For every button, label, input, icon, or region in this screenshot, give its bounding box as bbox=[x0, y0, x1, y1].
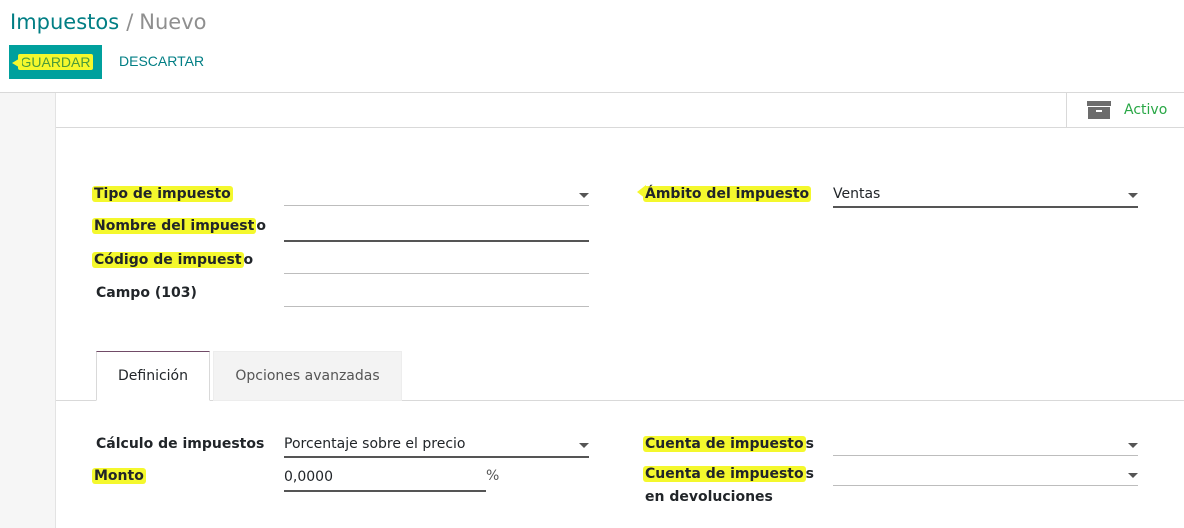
computation-value: Porcentaje sobre el precio bbox=[284, 436, 466, 452]
tax-scope-label-text: Ámbito del impuesto bbox=[643, 186, 812, 202]
amount-input[interactable]: 0,0000 bbox=[284, 467, 486, 492]
save-button[interactable]: GUARDAR bbox=[9, 45, 102, 79]
breadcrumb-separator: / bbox=[126, 10, 134, 34]
form-sheet: Activo Tipo de impuesto Nombre del impue… bbox=[56, 93, 1184, 528]
tax-account-label: Cuenta de impuesto s bbox=[643, 434, 814, 454]
chevron-down-icon bbox=[579, 193, 589, 198]
refund-account-label-line2: en devoluciones bbox=[645, 489, 773, 505]
tax-scope-value: Ventas bbox=[833, 186, 881, 202]
tax-name-label-suffix: o bbox=[256, 218, 266, 234]
tax-scope-label: Ámbito del impuesto bbox=[643, 184, 812, 204]
chevron-down-icon bbox=[579, 443, 589, 448]
amount-label: Monto bbox=[92, 466, 146, 486]
tax-name-input[interactable] bbox=[284, 220, 589, 242]
discard-button[interactable]: DESCARTAR bbox=[119, 53, 204, 69]
chevron-down-icon bbox=[1128, 193, 1138, 198]
amount-label-text: Monto bbox=[92, 468, 146, 484]
tax-scope-select[interactable]: Ventas bbox=[833, 184, 1138, 208]
breadcrumb-current: Nuevo bbox=[139, 10, 207, 34]
chevron-down-icon bbox=[1128, 443, 1138, 448]
tax-account-label-text: Cuenta de impuesto bbox=[643, 436, 806, 452]
computation-label: Cálculo de impuestos bbox=[96, 436, 265, 452]
save-button-label: GUARDAR bbox=[18, 54, 93, 70]
control-panel: Impuestos / Nuevo GUARDAR DESCARTAR bbox=[0, 0, 1184, 93]
refund-account-select[interactable] bbox=[833, 464, 1138, 486]
percent-unit: % bbox=[486, 468, 500, 484]
archive-icon bbox=[1087, 101, 1111, 119]
chevron-down-icon bbox=[1128, 473, 1138, 478]
tax-account-label-suffix: s bbox=[805, 436, 814, 452]
tax-code-label-text: Código de impuest bbox=[92, 252, 244, 268]
computation-select[interactable]: Porcentaje sobre el precio bbox=[284, 434, 589, 458]
button-box: Activo bbox=[56, 93, 1184, 128]
breadcrumb: Impuestos / Nuevo bbox=[10, 9, 206, 35]
tax-name-label-text: Nombre del impuest bbox=[92, 218, 257, 234]
tax-type-select[interactable] bbox=[284, 184, 589, 206]
amount-value: 0,0000 bbox=[284, 469, 333, 485]
tax-code-label: Código de impuest o bbox=[92, 250, 254, 270]
notebook-tabs: Definición Opciones avanzadas bbox=[56, 351, 1184, 401]
tab-opciones-avanzadas[interactable]: Opciones avanzadas bbox=[213, 351, 402, 401]
refund-account-label: Cuenta de impuesto s bbox=[643, 464, 814, 484]
tax-type-label: Tipo de impuesto bbox=[92, 184, 233, 204]
field-103-input[interactable] bbox=[284, 285, 589, 307]
refund-account-label-text: Cuenta de impuesto bbox=[643, 466, 806, 482]
tax-type-label-text: Tipo de impuesto bbox=[92, 186, 233, 202]
tax-code-input[interactable] bbox=[284, 252, 589, 274]
tax-name-label: Nombre del impuest o bbox=[92, 216, 266, 236]
tax-account-select[interactable] bbox=[833, 434, 1138, 456]
tax-code-label-suffix: o bbox=[243, 252, 254, 268]
refund-account-label-suffix: s bbox=[805, 466, 814, 482]
breadcrumb-parent-link[interactable]: Impuestos bbox=[10, 10, 119, 34]
left-gutter bbox=[0, 93, 56, 528]
active-toggle-button[interactable]: Activo bbox=[1066, 93, 1184, 127]
field-103-label: Campo (103) bbox=[96, 285, 197, 301]
tab-definicion[interactable]: Definición bbox=[96, 351, 210, 401]
active-label: Activo bbox=[1124, 102, 1168, 118]
